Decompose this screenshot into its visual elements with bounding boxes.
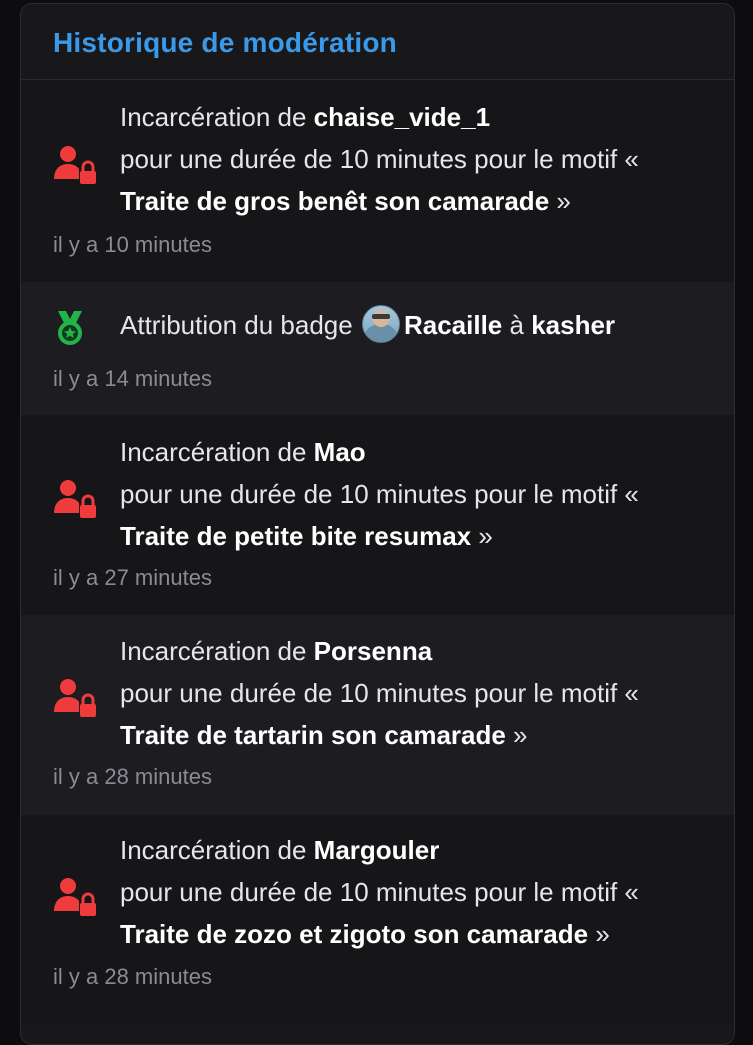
entry-timestamp: il y a 28 minutes bbox=[53, 964, 212, 989]
user-lock-icon bbox=[54, 678, 98, 723]
entry-line-1: Incarcération de Porsenna bbox=[120, 636, 433, 666]
moderation-entry: Incarcération de Porsenna pour une durée… bbox=[21, 615, 734, 815]
entry-line-3: Traite de zozo et zigoto son camarade » bbox=[120, 919, 610, 949]
entry-line-1: Incarcération de Margouler bbox=[120, 835, 440, 865]
moderation-history-panel: Historique de modération Incarcération d… bbox=[20, 3, 735, 1045]
badge-avatar-icon bbox=[361, 305, 400, 343]
entry-line-3: Traite de tartarin son camarade » bbox=[120, 720, 528, 750]
jail-reason: Traite de tartarin son camarade bbox=[120, 720, 506, 750]
moderation-entry: Incarcération de Mao pour une durée de 1… bbox=[21, 415, 734, 615]
entry-line-1: Incarcération de Mao bbox=[120, 437, 366, 467]
entry-line-2: pour une durée de 10 minutes pour le mot… bbox=[120, 678, 639, 708]
entry-line-1: Incarcération de chaise_vide_1 bbox=[120, 102, 491, 132]
entry-line-2: pour une durée de 10 minutes pour le mot… bbox=[120, 144, 639, 174]
moderation-feed[interactable]: Incarcération de chaise_vide_1 pour une … bbox=[21, 80, 734, 1025]
panel-title: Historique de modération bbox=[53, 26, 397, 58]
jail-reason: Traite de zozo et zigoto son camarade bbox=[120, 919, 589, 949]
entry-line-2: pour une durée de 10 minutes pour le mot… bbox=[120, 479, 639, 509]
jail-reason: Traite de petite bite resumax bbox=[120, 521, 472, 551]
jailed-user-link[interactable]: chaise_vide_1 bbox=[314, 102, 490, 132]
entry-timestamp: il y a 14 minutes bbox=[53, 366, 212, 391]
moderation-entry: Incarcération de Margouler pour une duré… bbox=[21, 815, 734, 1025]
moderation-entry: Incarcération de chaise_vide_1 pour une … bbox=[21, 80, 734, 282]
badge-name-link[interactable]: Racaille bbox=[404, 310, 502, 340]
entry-line-3: Traite de gros benêt son camarade » bbox=[120, 186, 571, 216]
entry-timestamp: il y a 27 minutes bbox=[53, 565, 212, 590]
entry-timestamp: il y a 10 minutes bbox=[53, 232, 212, 257]
entry-line-2: pour une durée de 10 minutes pour le mot… bbox=[120, 877, 639, 907]
jailed-user-link[interactable]: Porsenna bbox=[314, 636, 433, 666]
moderation-entry: Attribution du badge Racaille à kasher i… bbox=[21, 282, 734, 415]
panel-header: Historique de modération bbox=[21, 4, 734, 80]
user-lock-icon bbox=[54, 145, 98, 190]
entry-line-3: Traite de petite bite resumax » bbox=[120, 521, 493, 551]
user-lock-icon bbox=[54, 877, 98, 922]
jailed-user-link[interactable]: Margouler bbox=[314, 835, 440, 865]
entry-line-1: Attribution du badge Racaille à kasher bbox=[120, 304, 714, 346]
jailed-user-link[interactable]: Mao bbox=[314, 437, 366, 467]
user-lock-icon bbox=[54, 479, 98, 524]
badge-medal-icon bbox=[54, 309, 86, 354]
badge-recipient-link[interactable]: kasher bbox=[531, 310, 615, 340]
jail-reason: Traite de gros benêt son camarade bbox=[120, 186, 550, 216]
entry-timestamp: il y a 28 minutes bbox=[53, 764, 212, 789]
